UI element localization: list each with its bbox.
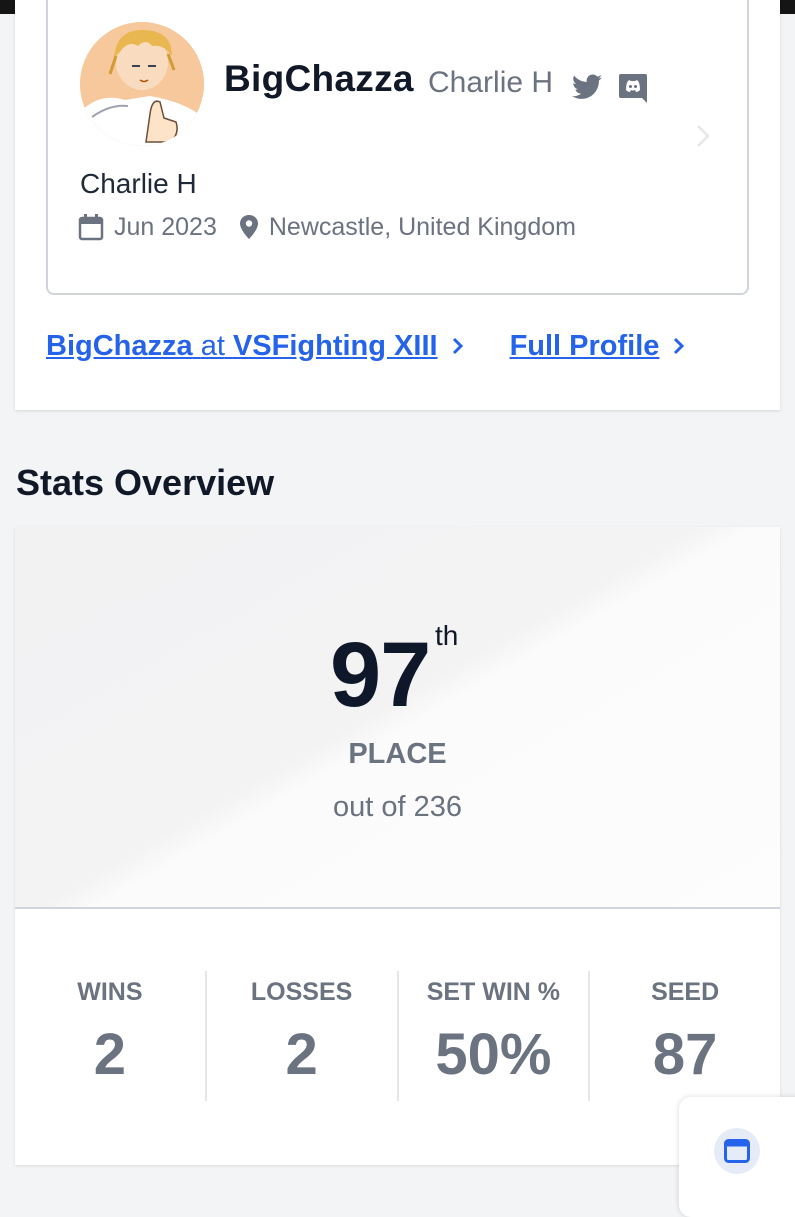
placement-total: out of 236 [333,791,462,823]
profile-meta: Jun 2023 Newcastle, United Kingdom [78,210,576,244]
full-profile-link[interactable]: Full Profile [510,330,660,363]
window-icon [724,1139,750,1163]
stat-value: 2 [93,1022,126,1087]
profile-links: BigChazza at VSFighting XIII Full Profil… [46,326,687,366]
stat-label: SEED [651,978,720,1006]
event-at-text[interactable]: at [201,330,225,362]
placement-number: 97 [330,624,431,726]
event-name[interactable]: VSFighting XIII [233,330,438,362]
discord-icon[interactable] [617,72,649,104]
placement-label: PLACE [348,738,447,770]
section-title: Stats Overview [16,462,275,503]
stat-grid: WINS 2 LOSSES 2 SET WIN % 50% SEED 87 [15,971,780,1101]
stat-value: 50% [435,1022,552,1087]
stat-value: 2 [285,1022,318,1087]
location: Newcastle, United Kingdom [268,212,576,241]
display-name: Charlie H [428,66,554,99]
stat-losses: LOSSES 2 [204,971,397,1101]
stats-card: 97 th PLACE out of 236 WINS 2 LOSSES 2 S… [15,527,780,1165]
joined-date: Jun 2023 [114,212,217,241]
location-pin-icon [239,215,258,239]
gamertag: BigChazza [224,58,414,99]
chevron-right-icon[interactable] [693,123,713,149]
chevron-right-icon[interactable] [671,334,687,358]
event-player-name[interactable]: BigChazza [46,330,193,362]
calendar-icon [78,214,104,241]
stat-set-win-percent: SET WIN % 50% [396,971,589,1101]
stat-seed: SEED 87 [588,971,780,1101]
placement-suffix: th [435,620,459,651]
avatar[interactable] [80,22,204,146]
placement-panel: 97 th PLACE out of 236 [15,527,780,909]
twitter-icon[interactable] [572,74,602,100]
full-name: Charlie H [80,168,197,199]
stat-label: WINS [77,978,143,1006]
stat-wins: WINS 2 [15,971,205,1101]
stat-label: SET WIN % [426,978,561,1006]
event-profile-link[interactable]: BigChazza at VSFighting XIII [46,330,438,363]
floating-window-button[interactable] [679,1097,795,1217]
stat-label: LOSSES [250,978,353,1006]
stat-value: 87 [652,1022,718,1087]
chevron-right-icon[interactable] [450,334,466,358]
